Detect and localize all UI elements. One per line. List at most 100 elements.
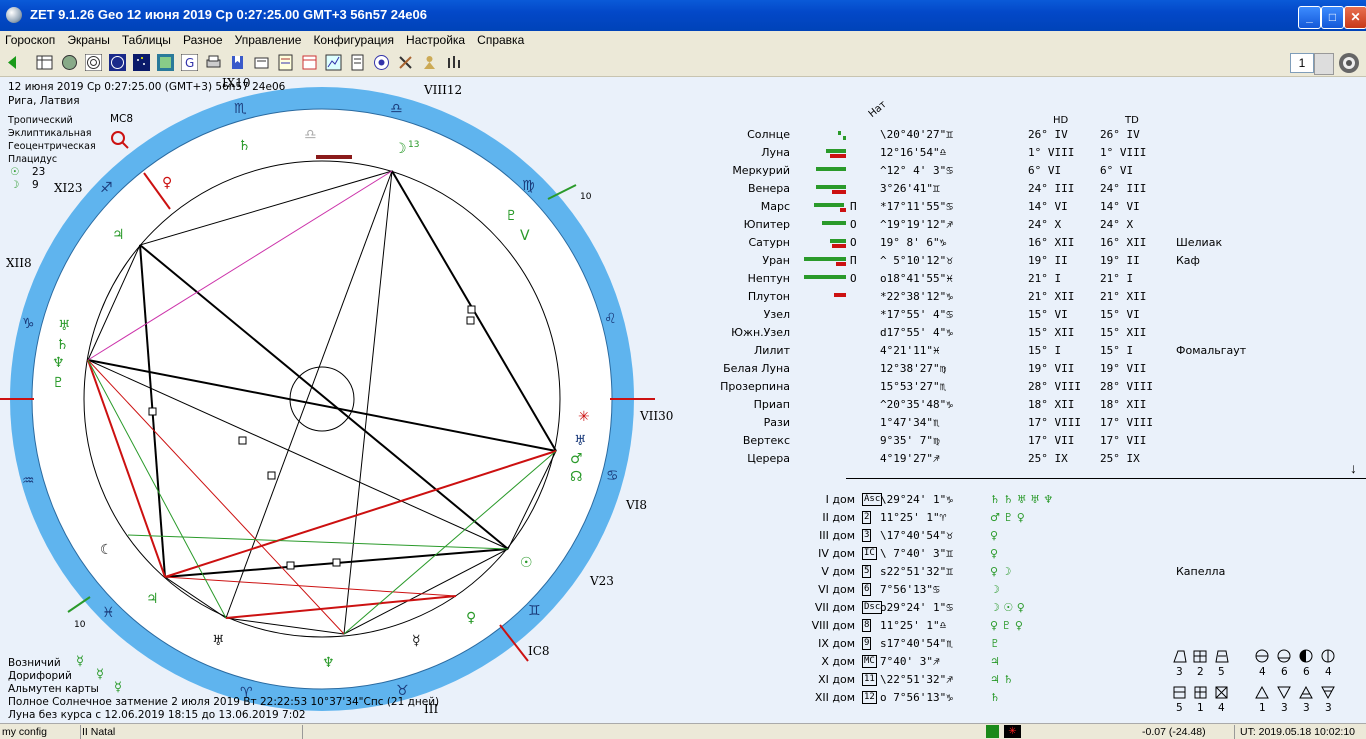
table-icon[interactable] <box>36 54 53 71</box>
list-icon[interactable] <box>277 54 294 71</box>
lilith-icon: ♅ <box>58 318 71 334</box>
house-name: VI дом <box>818 583 855 596</box>
td-column-header: TD <box>1125 115 1139 126</box>
menu-settings[interactable]: Настройка <box>401 31 469 49</box>
status-bar: my config II Natal ✳ -0.07 (-24.48) UT: … <box>0 723 1366 739</box>
g-icon[interactable]: G <box>181 54 198 71</box>
pluto-icon: ♇ <box>52 375 65 391</box>
planet-hd: 15° VI <box>1028 308 1068 321</box>
calendar-icon[interactable] <box>301 54 318 71</box>
menu-control[interactable]: Управление <box>230 31 306 49</box>
red-star-indicator-icon[interactable]: ✳ <box>1004 725 1021 738</box>
planet-strength-bar <box>816 185 846 189</box>
menu-help[interactable]: Справка <box>472 31 528 49</box>
planet-name: Плутон <box>747 290 790 303</box>
back-arrow-icon[interactable] <box>4 54 21 71</box>
planet-hd: 24° X <box>1028 218 1062 231</box>
menu-screens[interactable]: Экраны <box>62 31 113 49</box>
mars-icon: ♂ <box>570 451 583 467</box>
planet-fixed-star: Шелиак <box>1176 236 1223 249</box>
planet-strength-bar <box>836 262 846 266</box>
modality-triangle-icons <box>1255 685 1335 700</box>
planet-strength-bar <box>804 275 846 279</box>
house-name: IV дом <box>818 547 855 560</box>
bookmark-icon[interactable] <box>229 54 246 71</box>
document-icon[interactable] <box>253 54 270 71</box>
razi-icon: ♎ <box>304 127 317 143</box>
ceres-icon: ♃ <box>112 227 125 243</box>
planet-mark: О <box>850 236 857 249</box>
search-icon[interactable] <box>110 130 130 150</box>
planet-position: 1°47'34"♏ <box>880 416 940 429</box>
chart-location: Рига, Латвия <box>8 95 80 107</box>
planet-td: 28° VIII <box>1100 380 1153 393</box>
stars-map-icon[interactable] <box>133 54 150 71</box>
house-position: 7°56'13"♋ <box>880 583 940 596</box>
chart-number-input[interactable]: 1 <box>1290 53 1314 73</box>
natal-chart-wheel[interactable]: ♎ ♍ ♌ ♋ ♊ ♉ ♏ ♐ ♑ ♒ ♓ ♈ ☽ 13 ♇ V ♃ ♀ ♄ ♎… <box>0 77 700 722</box>
tools-icon[interactable] <box>397 54 414 71</box>
settings-wheel-icon[interactable] <box>1338 52 1360 74</box>
scroll-down-arrow-icon[interactable]: ↓ <box>1350 460 1357 476</box>
menu-config[interactable]: Конфигурация <box>308 31 398 49</box>
planet-position: ^12° 4' 3"♋ <box>880 164 953 177</box>
graph-icon[interactable] <box>325 54 342 71</box>
house-rulers: ♀ ♇ ♀ <box>990 619 1023 632</box>
svg-text:10: 10 <box>74 620 86 630</box>
house-mark: 12 <box>862 691 877 704</box>
planet-name: Лилит <box>753 344 790 357</box>
chart-wheel-icon[interactable] <box>85 54 102 71</box>
libra-sign-icon: ♎ <box>390 101 403 117</box>
planet-name: Узел <box>763 308 790 321</box>
planet-position: *22°38'12"♑ <box>880 290 953 303</box>
globe-icon[interactable] <box>61 54 78 71</box>
virgo-sign-icon: ♍ <box>522 178 535 194</box>
planet-position: ^20°35'48"♑ <box>880 398 953 411</box>
planet-hd: 21° XII <box>1028 290 1075 303</box>
house-rulers: ♃ ♄ <box>990 673 1014 686</box>
planet-mark: О <box>850 218 857 231</box>
maximize-button[interactable]: □ <box>1321 6 1344 29</box>
green-indicator[interactable] <box>986 725 999 738</box>
planet-strength-bar <box>830 154 846 158</box>
mercury-ruler-icon: ☿ <box>76 654 84 669</box>
notes-icon[interactable] <box>349 54 366 71</box>
house-mark: 9 <box>862 637 872 650</box>
sun-symbol-icon: ☉ <box>10 166 20 178</box>
planet-hd: 14° VI <box>1028 200 1068 213</box>
close-button[interactable]: ✕ <box>1344 6 1366 29</box>
house-mark: 2 <box>862 511 872 524</box>
house-position: 11°25' 1"♎ <box>880 619 947 632</box>
filter-icon[interactable] <box>445 54 462 71</box>
biwheel-icon[interactable] <box>109 54 126 71</box>
capricorn-sign-icon: ♑ <box>22 316 35 332</box>
menu-horoscope[interactable]: Гороскоп <box>0 31 59 49</box>
toolbar: G <box>0 50 1366 77</box>
hd-column-header: HD <box>1053 115 1069 126</box>
svg-text:IC8: IC8 <box>528 644 550 658</box>
center-system: Геоцентрическая <box>8 141 96 152</box>
planet-hd: 26° IV <box>1028 128 1068 141</box>
house-position: \ 7°40' 3"♊ <box>880 547 953 560</box>
person-icon[interactable] <box>421 54 438 71</box>
chart-number-stepper[interactable] <box>1314 53 1334 75</box>
planet-td: 16° XII <box>1100 236 1147 249</box>
node-icon: ☊ <box>570 469 582 485</box>
target-icon[interactable] <box>373 54 390 71</box>
menu-tables[interactable]: Таблицы <box>117 31 175 49</box>
house-fixed-star: Капелла <box>1176 565 1226 578</box>
planet-position: 4°19'27"♐ <box>880 452 940 465</box>
lilith-black-icon: ☾ <box>100 542 113 558</box>
print-icon[interactable] <box>205 54 222 71</box>
menu-misc[interactable]: Разное <box>178 31 227 49</box>
house-position: o29°24' 1"♋ <box>880 601 953 614</box>
app-icon[interactable] <box>6 7 22 23</box>
house-name: X дом <box>821 655 855 668</box>
planet-td: 19° II <box>1100 254 1140 267</box>
planet-td: 1° VIII <box>1100 146 1147 159</box>
element-quadrant-icons <box>1173 650 1229 663</box>
proserpina-icon: ♇ <box>505 208 518 224</box>
minimize-button[interactable]: _ <box>1298 6 1321 29</box>
map-icon[interactable] <box>157 54 174 71</box>
planet-td: 21° XII <box>1100 290 1147 303</box>
